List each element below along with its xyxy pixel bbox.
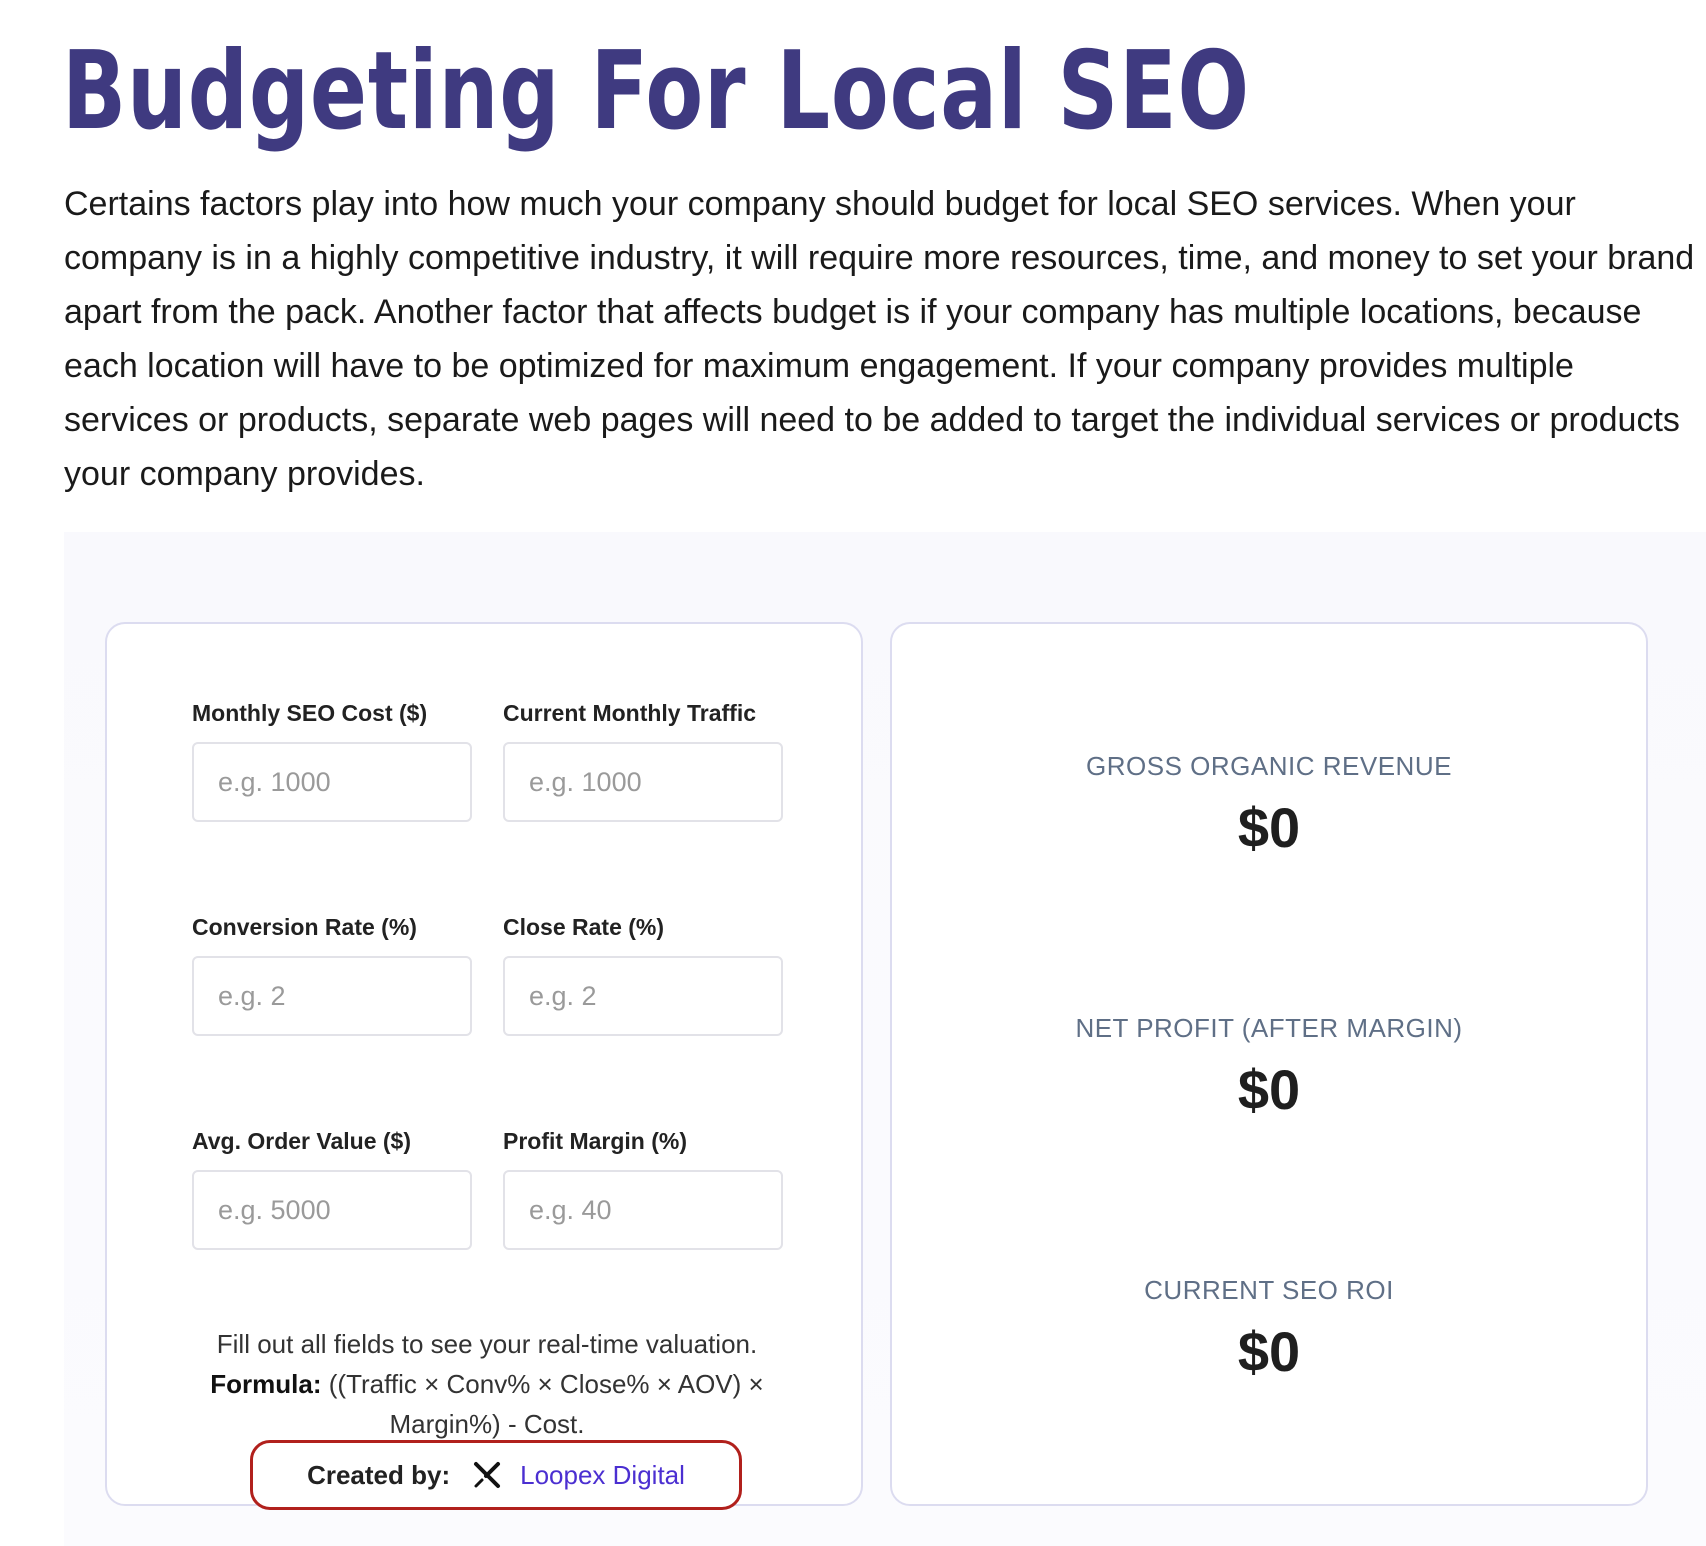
current-monthly-traffic-label: Current Monthly Traffic (503, 700, 757, 726)
inputs-card: Monthly SEO Cost ($) Current Monthly Tra… (105, 622, 863, 1510)
field-profit-margin: Profit Margin (%) (503, 1126, 783, 1250)
gross-organic-revenue-value: $0 (1237, 796, 1301, 859)
current-seo-roi-label: CURRENT SEO ROI (1144, 1275, 1394, 1305)
gross-organic-revenue-label: GROSS ORGANIC REVENUE (1086, 751, 1452, 781)
metric-gross-organic-revenue: GROSS ORGANIC REVENUE $0 (892, 750, 1646, 860)
monthly-seo-cost-label: Monthly SEO Cost ($) (192, 700, 428, 726)
note-text: Fill out all fields to see your real-tim… (216, 1329, 758, 1359)
field-conversion-rate: Conversion Rate (%) (192, 912, 472, 1036)
net-profit-label: NET PROFIT (AFTER MARGIN) (1075, 1013, 1463, 1043)
metric-net-profit: NET PROFIT (AFTER MARGIN) $0 (892, 1012, 1646, 1122)
monthly-seo-cost-input[interactable] (192, 742, 472, 822)
formula-note: Fill out all fields to see your real-tim… (167, 1324, 807, 1444)
close-rate-input[interactable] (503, 956, 783, 1036)
results-card: GROSS ORGANIC REVENUE $0 NET PROFIT (AFT… (890, 622, 1648, 1506)
credit-label: Created by: (307, 1459, 451, 1490)
page-title: Budgeting For Local SEO (62, 29, 1250, 154)
close-rate-label: Close Rate (%) (503, 914, 665, 940)
current-monthly-traffic-input[interactable] (503, 742, 783, 822)
formula-line: Formula: ((Traffic × Conv% × Close% × AO… (167, 1364, 807, 1444)
current-seo-roi-value: $0 (1237, 1320, 1301, 1383)
field-monthly-seo-cost: Monthly SEO Cost ($) (192, 698, 472, 822)
loopex-digital-link[interactable]: Loopex Digital (520, 1460, 685, 1491)
profit-margin-input[interactable] (503, 1170, 783, 1250)
field-close-rate: Close Rate (%) (503, 912, 783, 1036)
conversion-rate-label: Conversion Rate (%) (192, 914, 417, 940)
avg-order-value-input[interactable] (192, 1170, 472, 1250)
formula-label: Formula: (210, 1369, 322, 1399)
field-avg-order-value: Avg. Order Value ($) (192, 1126, 472, 1250)
net-profit-value: $0 (1237, 1058, 1301, 1121)
field-current-monthly-traffic: Current Monthly Traffic (503, 698, 783, 822)
credit-box: Created by: Loopex Digital (250, 1440, 742, 1510)
metric-current-seo-roi: CURRENT SEO ROI $0 (892, 1274, 1646, 1384)
avg-order-value-label: Avg. Order Value ($) (192, 1128, 411, 1154)
intro-paragraph: Certains factors play into how much your… (64, 185, 1695, 493)
formula-text: ((Traffic × Conv% × Close% × AOV) × Marg… (321, 1369, 764, 1439)
conversion-rate-input[interactable] (192, 956, 472, 1036)
loopex-logo-icon (474, 1462, 501, 1488)
credit-brand[interactable]: Loopex Digital (472, 1460, 685, 1491)
profit-margin-label: Profit Margin (%) (503, 1128, 687, 1154)
